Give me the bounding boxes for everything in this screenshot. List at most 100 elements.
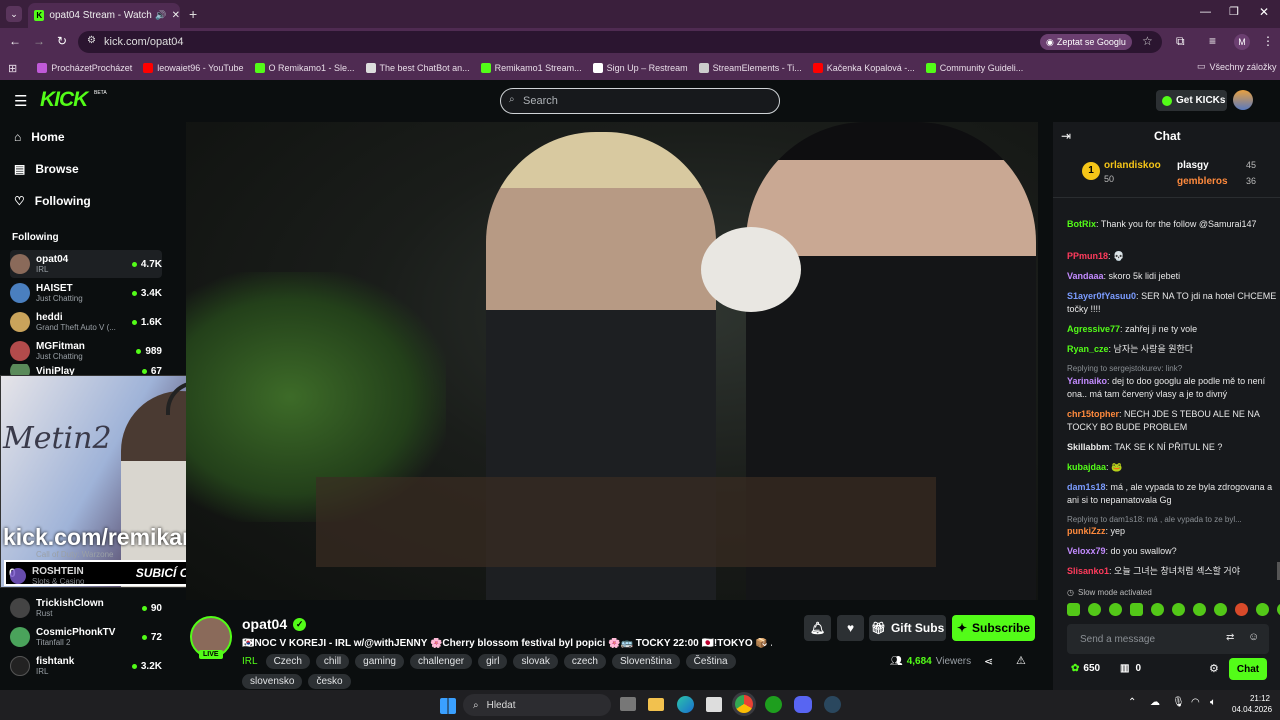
ask-google-button[interactable]: ◉ Zeptat se Googlu (1040, 34, 1132, 50)
notifications-button[interactable]: 🔔︎ (804, 615, 831, 641)
chat-username[interactable]: S1ayer0fYasuu0 (1067, 291, 1136, 301)
apps-grid-icon[interactable]: ⊞ (8, 62, 17, 75)
back-icon[interactable]: ← (9, 34, 21, 48)
bookmark-item[interactable]: Remikamo1 Stream... (480, 63, 582, 73)
expand-title-icon[interactable]: ⌄ (760, 636, 769, 649)
user-avatar[interactable] (1233, 90, 1253, 110)
bookmark-item[interactable]: The best ChatBot an... (365, 63, 470, 73)
tray-expand-icon[interactable]: ⌃ (1128, 697, 1136, 708)
translate-icon[interactable]: ⇄ (1226, 632, 1234, 643)
clock[interactable]: 21:12 04.04.2026 (1232, 693, 1272, 715)
tag-chip[interactable]: czech (563, 654, 606, 669)
address-bar[interactable]: ⚙ kick.com/opat04 ◉ Zeptat se Googlu ☆ (78, 31, 1162, 53)
emote-icon[interactable] (1193, 603, 1206, 616)
start-button[interactable] (440, 698, 456, 714)
tag-chip[interactable]: Slovenština (611, 654, 680, 669)
gift-count[interactable]: ▥ 0 (1120, 663, 1141, 674)
chat-username[interactable]: chr15topher (1067, 409, 1119, 419)
emote-icon[interactable] (1151, 603, 1164, 616)
send-chat-button[interactable]: Chat (1229, 658, 1267, 680)
report-icon[interactable]: ⚠ (1016, 654, 1026, 667)
emote-icon[interactable] (1172, 603, 1185, 616)
chat-username[interactable]: Yarinaiko (1067, 376, 1107, 386)
media-controls-icon[interactable]: ≡ (1209, 34, 1216, 48)
followed-channel[interactable]: TrickishClown Rust 90 (10, 594, 162, 622)
tag-chip[interactable]: Czech (265, 654, 310, 669)
subscribe-button[interactable]: ✦ Subscribe (952, 615, 1035, 641)
channel-name[interactable]: opat04 ✓ (242, 616, 307, 632)
followed-channel[interactable]: HAISET Just Chatting 3.4K (10, 279, 162, 307)
bookmark-star-icon[interactable]: ☆ (1142, 34, 1153, 48)
chat-username[interactable]: PPmun18 (1067, 251, 1108, 261)
profile-avatar[interactable]: M (1234, 34, 1250, 50)
search-input[interactable]: ⌕ Search (500, 88, 780, 114)
followed-channel[interactable]: heddi Grand Theft Auto V (... 1.6K (10, 308, 162, 336)
volume-icon[interactable]: 🔈︎ (1210, 697, 1216, 708)
chrome-icon[interactable] (735, 695, 753, 713)
taskbar-search[interactable]: ⌕ Hledat (463, 694, 611, 716)
hamburger-menu-icon[interactable]: ☰ (14, 92, 27, 110)
emoji-picker-icon[interactable]: ☺ (1248, 631, 1259, 643)
collapse-chat-icon[interactable]: ⇥ (1061, 129, 1071, 143)
chat-username[interactable]: BotRix (1067, 219, 1096, 229)
chat-username[interactable]: kubajdaa (1067, 462, 1106, 472)
reload-icon[interactable]: ↻ (57, 34, 67, 48)
emote-icon[interactable] (1256, 603, 1269, 616)
browser-tab[interactable]: K opat04 Stream - Watch Live 🔊 ✕ (28, 3, 180, 28)
extensions-icon[interactable]: ⧉ (1176, 34, 1185, 49)
tab-list-button[interactable]: ⌄ (6, 6, 22, 22)
close-window-icon[interactable]: ✕ (1259, 5, 1269, 19)
followed-channel[interactable]: MGFitman Just Chatting 989 (10, 337, 162, 365)
chat-settings-icon[interactable]: ⚙ (1209, 662, 1219, 675)
leader-name[interactable]: plasgy (1177, 160, 1209, 171)
chat-username[interactable]: Veloxx79 (1067, 546, 1106, 556)
bookmark-item[interactable]: O Remikamo1 - Sle... (254, 63, 355, 73)
share-icon[interactable]: ⋖ (984, 655, 993, 668)
store-icon[interactable] (706, 697, 722, 712)
chat-username[interactable]: Vandaaa (1067, 271, 1104, 281)
leader-name[interactable]: orlandiskoo (1104, 160, 1161, 171)
nav-home[interactable]: ⌂ Home (14, 130, 65, 144)
followed-channel[interactable]: fishtank IRL 3.2K (10, 652, 162, 680)
tab-close-icon[interactable]: ✕ (172, 10, 180, 21)
wifi-icon[interactable]: ◠ (1191, 697, 1200, 708)
tag-chip[interactable]: challenger (409, 654, 473, 669)
file-explorer-icon[interactable] (648, 698, 664, 711)
microphone-icon[interactable]: 🎙︎ (1172, 697, 1185, 708)
emote-icon[interactable] (1088, 603, 1101, 616)
chat-username[interactable]: punkiZzz (1067, 526, 1106, 536)
xbox-icon[interactable] (765, 696, 782, 713)
get-kicks-button[interactable]: Get KICKs (1156, 90, 1227, 111)
kick-logo[interactable]: KICK (40, 88, 88, 112)
minimize-icon[interactable]: — (1200, 6, 1211, 18)
chat-username[interactable]: Skillabbm (1067, 442, 1110, 452)
bookmark-item[interactable]: ProcházetProcházet (37, 63, 132, 73)
emote-icon[interactable] (1067, 603, 1080, 616)
bookmark-item[interactable]: Community Guideli... (925, 63, 1023, 73)
new-tab-button[interactable]: + (189, 6, 197, 22)
steam-icon[interactable] (824, 696, 841, 713)
discord-icon[interactable] (794, 696, 812, 713)
network-icon[interactable]: ☁ (1150, 697, 1160, 708)
chat-input[interactable]: Send a message ⇄ ☺ (1067, 624, 1269, 654)
video-player[interactable] (186, 122, 1038, 600)
all-bookmarks-folder[interactable]: ▭ Všechny záložky (1197, 61, 1277, 72)
bookmark-item[interactable]: Kačenka Kopalová -... (812, 63, 915, 73)
tag-chip[interactable]: gaming (355, 654, 404, 669)
followed-channel[interactable]: opat04 IRL 4.7K (10, 250, 162, 278)
chat-username[interactable]: dam1s18 (1067, 482, 1106, 492)
bookmark-item[interactable]: leowaiet96 - YouTube (143, 63, 244, 73)
bookmark-item[interactable]: Sign Up – Restream (592, 63, 688, 73)
followed-channel[interactable]: CosmicPhonkTV Titanfall 2 72 (10, 623, 162, 651)
maximize-icon[interactable]: ❐ (1229, 5, 1239, 18)
tag-chip[interactable]: Čeština (685, 654, 736, 669)
bookmark-item[interactable]: StreamElements - Ti... (698, 63, 802, 73)
nav-browse[interactable]: ▤ Browse (14, 162, 79, 176)
chat-username[interactable]: Slisanko1 (1067, 566, 1109, 576)
chat-username[interactable]: Agressive77 (1067, 324, 1120, 334)
task-view-icon[interactable] (620, 697, 636, 711)
emote-icon[interactable] (1109, 603, 1122, 616)
channel-points[interactable]: ✿ 650 (1071, 663, 1100, 674)
tag-chip[interactable]: slovak (513, 654, 558, 669)
tag-chip[interactable]: slovensko (242, 674, 303, 689)
